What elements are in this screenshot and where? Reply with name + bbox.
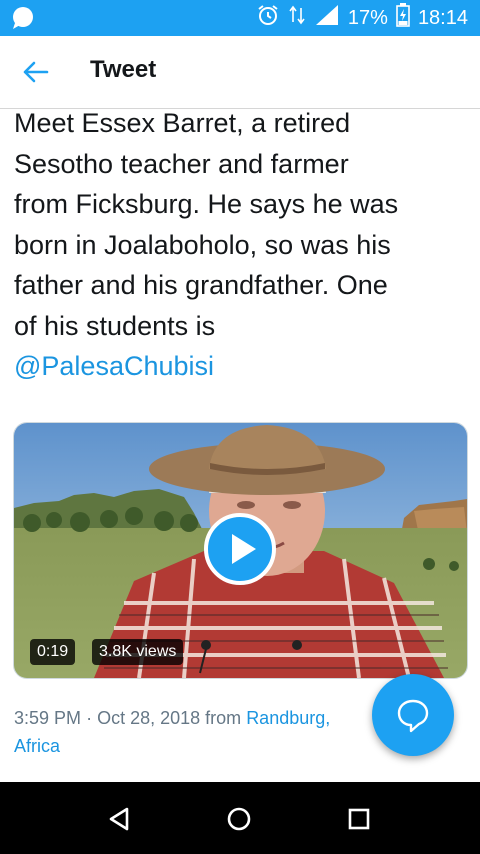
from-label: from	[205, 708, 242, 728]
tweet-date: Oct 28, 2018	[97, 708, 201, 728]
tweet-time: 3:59 PM	[14, 708, 82, 728]
mention-link[interactable]: @PalesaChubisi	[14, 346, 470, 387]
square-recents-icon[interactable]	[342, 802, 376, 836]
location-link-continued[interactable]: Africa	[14, 736, 60, 756]
reply-fab-button[interactable]	[372, 674, 454, 756]
message-bubble-icon	[10, 6, 36, 30]
page-title: Tweet	[90, 56, 157, 83]
triangle-back-icon[interactable]	[102, 802, 136, 836]
meta-separator: ·	[86, 708, 93, 728]
circle-home-icon[interactable]	[222, 802, 256, 836]
status-icons: 17% 18:14	[256, 3, 468, 33]
tweet-text-line: from Ficksburg. He says he was	[14, 189, 399, 219]
data-arrows-icon	[288, 4, 306, 32]
location-link[interactable]: Randburg,	[246, 708, 330, 728]
tweet-text-line: Meet Essex Barret, a retired	[14, 109, 351, 138]
status-bar: 17% 18:14	[0, 0, 480, 36]
signal-icon	[314, 3, 340, 33]
app-header: Tweet	[0, 36, 480, 109]
battery-charging-icon	[396, 3, 410, 33]
reply-bubble-icon	[397, 699, 429, 733]
tweet-text-line: born in Joalaboholo, so was his	[14, 229, 391, 260]
battery-percent: 17%	[347, 6, 388, 29]
clock-time: 18:14	[417, 6, 468, 29]
tweet-text-line: Sesotho teacher and farmer	[14, 148, 349, 179]
video-views: 3.8K views	[92, 639, 184, 665]
tweet-text: Meet Essex Barret, a retired Sesotho tea…	[14, 109, 470, 387]
arrow-left-icon[interactable]	[20, 58, 50, 86]
play-button[interactable]	[204, 513, 276, 585]
system-nav-bar	[0, 782, 480, 854]
tweet-text-line: of his students is	[14, 310, 216, 341]
video-player[interactable]: 0:19 3.8K views	[13, 422, 468, 679]
alarm-icon	[256, 3, 280, 33]
video-duration: 0:19	[30, 639, 76, 665]
tweet-text-line: father and his grandfather. One	[14, 270, 388, 300]
play-icon	[232, 534, 256, 564]
